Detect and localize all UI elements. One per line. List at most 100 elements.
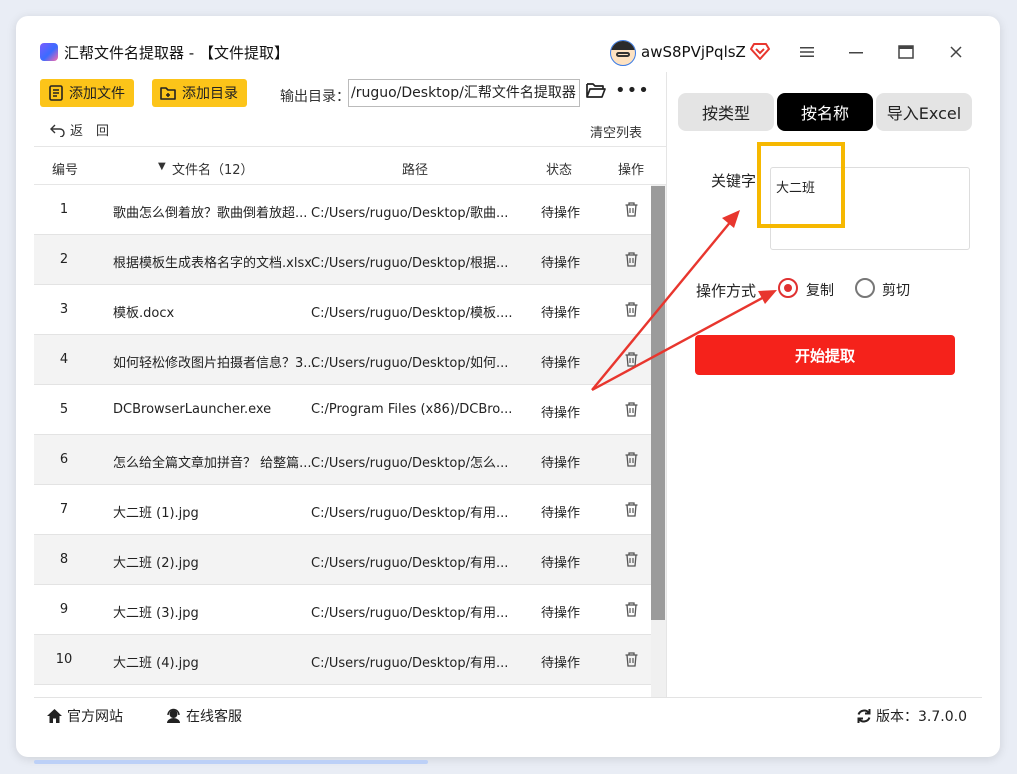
col-header-action: 操作: [618, 163, 645, 178]
table-row[interactable]: 7 大二班 (1).jpg C:/Users/ruguo/Desktop/有用.…: [34, 485, 651, 535]
user-avatar[interactable]: [610, 40, 636, 66]
refresh-icon: [857, 709, 871, 723]
headset-icon: [167, 708, 180, 723]
row-filename: 模板.docx: [113, 306, 175, 321]
minimize-icon[interactable]: [842, 38, 870, 66]
row-filename: DCBrowserLauncher.exe: [113, 402, 272, 417]
row-path: C:/Users/ruguo/Desktop/歌曲...: [311, 206, 509, 221]
online-service-link[interactable]: 在线客服: [165, 706, 242, 726]
row-filename: 大二班 (3).jpg: [113, 606, 199, 621]
radio-cut-label[interactable]: 剪切: [882, 280, 910, 300]
official-website-link[interactable]: 官方网站: [46, 706, 123, 726]
table-row[interactable]: 8 大二班 (2).jpg C:/Users/ruguo/Desktop/有用.…: [34, 535, 651, 585]
clear-list-button[interactable]: 清空列表: [590, 122, 642, 141]
table-row[interactable]: 5 DCBrowserLauncher.exe C:/Program Files…: [34, 385, 651, 435]
menu-icon[interactable]: [793, 38, 821, 66]
table-row[interactable]: 10 大二班 (4).jpg C:/Users/ruguo/Desktop/有用…: [34, 635, 651, 685]
row-filename: 如何轻松修改图片拍摄者信息？3...: [113, 356, 316, 371]
row-path: C:/Users/ruguo/Desktop/有用...: [311, 556, 509, 571]
row-status: 待操作: [541, 406, 581, 421]
row-filename: 根据模板生成表格名字的文档.xlsx: [113, 256, 312, 271]
more-dots-icon[interactable]: •••: [615, 80, 650, 101]
table-header: 编号 ▼ 文件名（12） 路径 状态 操作: [34, 146, 666, 185]
row-path: C:/Users/ruguo/Desktop/有用...: [311, 606, 509, 621]
row-status: 待操作: [541, 206, 581, 221]
row-filename: 大二班 (2).jpg: [113, 556, 199, 571]
annotation-highlight-box: [757, 142, 845, 228]
tab-by-name[interactable]: 按名称: [777, 93, 873, 131]
row-num: 3: [59, 302, 69, 317]
row-num: 5: [59, 402, 69, 417]
back-button[interactable]: 返 回: [50, 120, 109, 139]
vip-diamond-icon[interactable]: [750, 41, 770, 61]
col-header-name[interactable]: 文件名（12）: [172, 159, 254, 178]
add-file-button[interactable]: 添加文件: [40, 79, 134, 107]
scrollbar-thumb[interactable]: [651, 186, 665, 620]
output-dir-label: 输出目录：: [280, 89, 350, 105]
col-header-status: 状态: [546, 163, 573, 178]
table-row[interactable]: 1 歌曲怎么倒着放？歌曲倒着放超... C:/Users/ruguo/Deskt…: [34, 185, 651, 235]
table-row[interactable]: 6 怎么给全篇文章加拼音？ 给整篇... C:/Users/ruguo/Desk…: [34, 435, 651, 485]
radio-copy-label[interactable]: 复制: [806, 280, 834, 300]
row-path: C:/Users/ruguo/Desktop/有用...: [311, 506, 509, 521]
toolbar: 添加文件 添加目录 输出目录： /ruguo/Desktop/汇帮文件名提取器 …: [34, 76, 666, 116]
row-status: 待操作: [541, 656, 581, 671]
row-filename: 怎么给全篇文章加拼音？ 给整篇...: [113, 456, 312, 471]
trash-icon[interactable]: [625, 252, 638, 267]
row-num: 8: [59, 552, 69, 567]
row-num: 4: [59, 352, 69, 367]
trash-icon[interactable]: [625, 402, 638, 417]
trash-icon[interactable]: [625, 552, 638, 567]
app-logo-icon: [40, 43, 58, 61]
trash-icon[interactable]: [625, 652, 638, 667]
row-num: 2: [59, 252, 69, 267]
add-directory-label: 添加目录: [182, 86, 238, 102]
col-header-path: 路径: [402, 163, 429, 178]
trash-icon[interactable]: [625, 202, 638, 217]
row-status: 待操作: [541, 456, 581, 471]
start-extract-button[interactable]: 开始提取: [695, 335, 955, 375]
tab-by-type[interactable]: 按类型: [678, 93, 774, 131]
taskbar-indicator: [34, 760, 428, 764]
folder-open-icon[interactable]: [586, 82, 606, 99]
output-dir-input[interactable]: /ruguo/Desktop/汇帮文件名提取器: [348, 79, 580, 107]
add-folder-icon: [160, 87, 176, 100]
window-title: 汇帮文件名提取器 - 【文件提取】: [64, 44, 289, 62]
row-path: C:/Users/ruguo/Desktop/如何...: [311, 356, 509, 371]
add-directory-button[interactable]: 添加目录: [152, 79, 247, 107]
undo-arrow-icon: [50, 124, 65, 137]
table-row[interactable]: 4 如何轻松修改图片拍摄者信息？3... C:/Users/ruguo/Desk…: [34, 335, 651, 385]
table-row[interactable]: 9 大二班 (3).jpg C:/Users/ruguo/Desktop/有用.…: [34, 585, 651, 635]
trash-icon[interactable]: [625, 502, 638, 517]
row-num: 1: [59, 202, 69, 217]
extract-settings-panel: 按类型 按名称 导入Excel 关键字 大二班 操作方式 复制 剪切 开始提取: [667, 72, 1000, 697]
app-window: 汇帮文件名提取器 - 【文件提取】 awS8PVjPqlsZ 添加文件 添加目录…: [16, 16, 1000, 757]
trash-icon[interactable]: [625, 302, 638, 317]
row-path: C:/Program Files (x86)/DCBro...: [311, 402, 513, 417]
table-row[interactable]: 2 根据模板生成表格名字的文档.xlsx C:/Users/ruguo/Desk…: [34, 235, 651, 285]
table-row[interactable]: 3 模板.docx C:/Users/ruguo/Desktop/模板.... …: [34, 285, 651, 335]
sort-desc-icon[interactable]: ▼: [158, 161, 166, 172]
maximize-icon[interactable]: [892, 38, 920, 66]
row-path: C:/Users/ruguo/Desktop/有用...: [311, 656, 509, 671]
radio-copy[interactable]: [778, 278, 798, 298]
tab-import-excel[interactable]: 导入Excel: [876, 93, 972, 131]
username[interactable]: awS8PVjPqlsZ: [641, 43, 746, 61]
row-filename: 歌曲怎么倒着放？歌曲倒着放超...: [113, 206, 308, 221]
trash-icon[interactable]: [625, 452, 638, 467]
row-num: 9: [59, 602, 69, 617]
title-bar: 汇帮文件名提取器 - 【文件提取】 awS8PVjPqlsZ: [16, 16, 1000, 72]
row-filename: 大二班 (4).jpg: [113, 656, 199, 671]
row-path: C:/Users/ruguo/Desktop/怎么...: [311, 456, 509, 471]
version-info[interactable]: 版本：3.7.0.0: [856, 706, 967, 726]
official-website-label: 官方网站: [67, 709, 123, 725]
row-status: 待操作: [541, 556, 581, 571]
col-header-num: 编号: [52, 163, 79, 178]
footer-divider: [34, 697, 982, 698]
close-icon[interactable]: [942, 38, 970, 66]
trash-icon[interactable]: [625, 352, 638, 367]
home-icon: [47, 709, 62, 723]
row-path: C:/Users/ruguo/Desktop/模板....: [311, 306, 513, 321]
trash-icon[interactable]: [625, 602, 638, 617]
radio-cut[interactable]: [855, 278, 875, 298]
